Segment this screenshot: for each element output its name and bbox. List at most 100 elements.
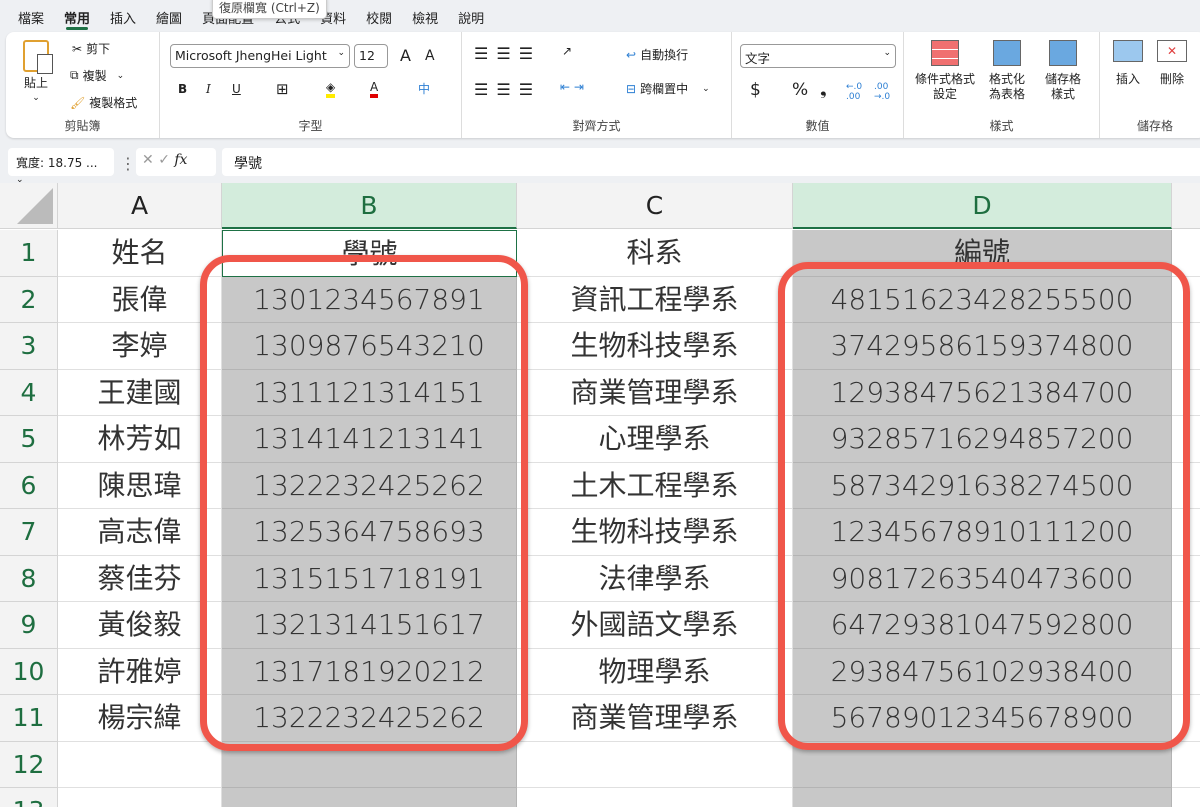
row-header[interactable]: 1 [0,230,58,277]
name-box[interactable]: 寬度: 18.75 ... ⌄ [8,148,114,185]
delete-cells-button[interactable]: ✕ 刪除 [1152,40,1192,87]
number-format-select[interactable]: 文字 ⌄ [740,44,896,68]
cell[interactable]: 法律學系 [517,555,793,602]
cell[interactable] [517,741,793,788]
insert-cells-button[interactable]: 插入 [1108,40,1148,87]
format-as-table-button[interactable]: 格式化為表格 [984,40,1030,102]
cell-styles-icon [1049,40,1077,66]
phonetic-button[interactable]: 中 [418,80,430,97]
cell[interactable]: 王建國 [58,369,222,416]
conditional-formatting-button[interactable]: 條件式格式設定 [912,40,978,102]
enter-icon[interactable]: ✓ [158,152,170,168]
cell[interactable]: 楊宗緯 [58,695,222,742]
row-header[interactable]: 11 [0,695,58,742]
currency-button[interactable]: $ [750,80,761,100]
cell[interactable]: 商業管理學系 [517,369,793,416]
cell[interactable] [58,741,222,788]
cell[interactable]: 土木工程學系 [517,462,793,509]
row-header[interactable]: 8 [0,555,58,602]
cancel-icon[interactable]: ✕ [142,152,154,168]
column-header-b[interactable]: B [222,183,517,229]
formula-input[interactable]: 學號 [222,148,1200,176]
row-header[interactable]: 13 [0,788,58,807]
format-painter-button[interactable]: 🖌 複製格式 [70,94,137,111]
percent-icon: % [792,80,809,100]
cell[interactable]: 物理學系 [517,648,793,695]
grow-font-button[interactable]: A [400,46,411,65]
row-header[interactable]: 3 [0,323,58,370]
indent-buttons[interactable]: ⇤ ⇥ [560,80,584,94]
merge-center-button[interactable]: ⊟ 跨欄置中 ⌄ [626,80,710,97]
italic-button[interactable]: I [206,82,211,96]
percent-button[interactable]: % [792,80,808,100]
cell[interactable] [1172,742,1200,788]
cell[interactable]: 陳思瑋 [58,462,222,509]
cell[interactable]: 心理學系 [517,416,793,463]
bold-button[interactable]: B [178,82,187,96]
row-header[interactable]: 9 [0,602,58,649]
font-group-label: 字型 [298,119,323,133]
cell[interactable] [1172,788,1200,807]
copy-button[interactable]: ⧉ 複製 ⌄ [70,67,124,84]
row-header[interactable]: 5 [0,416,58,463]
borders-button[interactable]: ⊞ [276,80,289,98]
cell[interactable]: 姓名 [58,230,222,277]
underline-button[interactable]: U [232,82,241,96]
orientation-button[interactable]: ↗ [562,44,572,58]
cell[interactable]: 生物科技學系 [517,509,793,556]
cell[interactable] [58,788,222,807]
shrink-font-button[interactable]: A [425,48,435,64]
cell[interactable]: 生物科技學系 [517,323,793,370]
cell[interactable]: 張偉 [58,276,222,323]
styles-group: 條件式格式設定 格式化為表格 儲存格樣式 樣式 [904,32,1100,138]
row-header[interactable]: 4 [0,369,58,416]
alignment-group-label: 對齊方式 [572,119,621,133]
paste-button[interactable]: 貼上 ⌄ [16,40,56,106]
cell[interactable]: 商業管理學系 [517,695,793,742]
column-header-a[interactable]: A [58,183,222,229]
row-header[interactable]: 12 [0,741,58,788]
row-header[interactable]: 10 [0,648,58,695]
cells-group: 插入 ✕ 刪除 儲存格 [1100,32,1200,138]
name-box-value: 寬度: 18.75 ... [16,156,98,170]
comma-button[interactable]: ❟ [820,80,827,100]
cell[interactable]: 資訊工程學系 [517,276,793,323]
increase-decimal-button[interactable]: ←.0 .00 [846,82,866,102]
font-name-select[interactable]: Microsoft JhengHei Light ⌄ [170,44,350,68]
cell[interactable]: 科系 [517,230,793,277]
tab-1[interactable]: 常用 [54,0,100,32]
cell[interactable]: 林芳如 [58,416,222,463]
cell[interactable]: 李婷 [58,323,222,370]
cell[interactable] [517,788,793,807]
select-all-button[interactable] [0,183,58,229]
font-color-button[interactable]: A [370,80,379,98]
font-size-select[interactable]: 12 [354,44,388,68]
cell[interactable]: 高志偉 [58,509,222,556]
insert-function-button[interactable]: fx [174,152,187,168]
column-header-d[interactable]: D [793,183,1172,229]
tab-2[interactable]: 插入 [100,0,146,32]
fill-color-button[interactable]: ◈ [326,80,336,98]
vertical-align-buttons[interactable]: ☰☰☰ [474,44,541,63]
horizontal-align-buttons[interactable]: ☰☰☰ [474,80,541,99]
cut-button[interactable]: ✂ 剪下 [72,40,110,57]
column-header[interactable] [1172,183,1200,229]
cell[interactable]: 蔡佳芬 [58,555,222,602]
tab-7[interactable]: 校閱 [356,0,402,32]
row-header[interactable]: 6 [0,462,58,509]
tab-0[interactable]: 檔案 [8,0,54,32]
tab-8[interactable]: 檢視 [402,0,448,32]
cell-styles-button[interactable]: 儲存格樣式 [1040,40,1086,102]
cell[interactable]: 黃俊毅 [58,602,222,649]
cell[interactable]: 許雅婷 [58,648,222,695]
cell[interactable] [793,788,1172,807]
decrease-decimal-button[interactable]: .00 →.0 [874,82,894,102]
row-header[interactable]: 2 [0,276,58,323]
cell[interactable] [222,788,517,807]
tab-3[interactable]: 繪圖 [146,0,192,32]
column-header-c[interactable]: C [517,183,793,229]
tab-9[interactable]: 說明 [448,0,494,32]
wrap-text-button[interactable]: ↩ 自動換行 [626,46,688,63]
row-header[interactable]: 7 [0,509,58,556]
cell[interactable]: 外國語文學系 [517,602,793,649]
